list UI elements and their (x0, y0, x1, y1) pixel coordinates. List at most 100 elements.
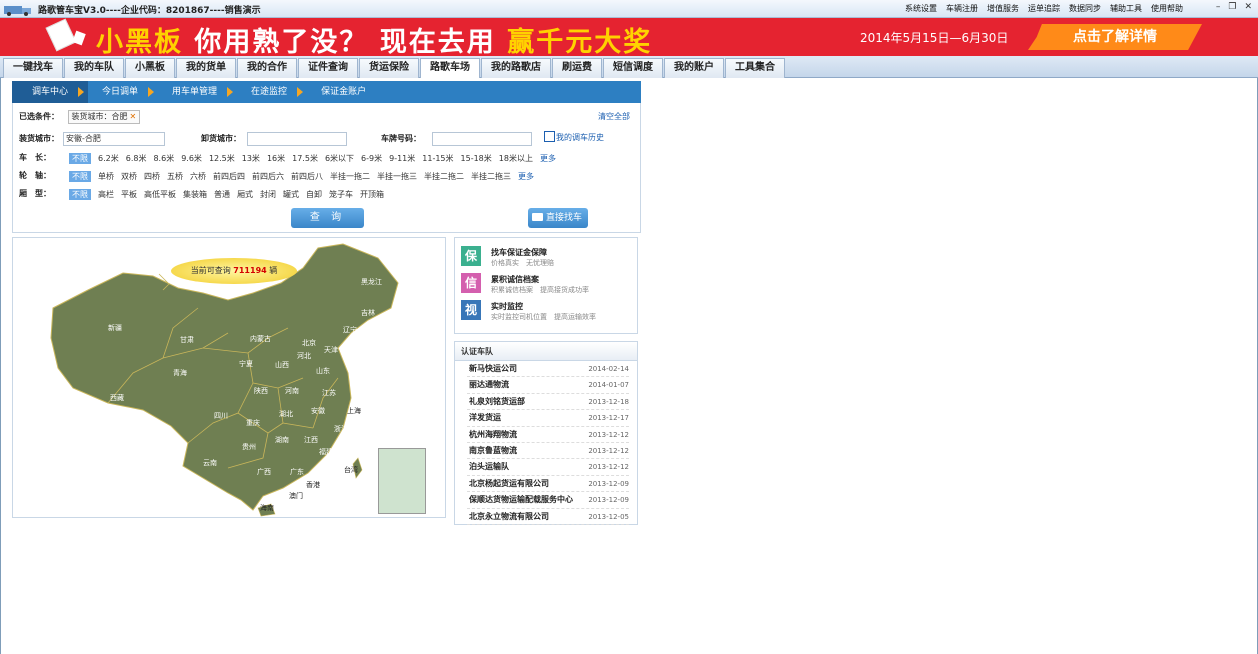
clear-all-link[interactable]: 清空全部 (598, 111, 630, 122)
length-option[interactable]: 17.5米 (292, 153, 318, 164)
length-option[interactable]: 6.2米 (98, 153, 119, 164)
tab-luge-yard[interactable]: 路歌车场 (420, 58, 480, 78)
tab-swipe-freight[interactable]: 刷运费 (552, 58, 602, 78)
province-taiwan[interactable]: 台湾 (344, 465, 358, 475)
fleet-name[interactable]: 丽达通物流 (469, 377, 509, 393)
list-item[interactable]: 北京杨起货运有限公司 2013-12-09 (467, 476, 629, 493)
direct-find-button[interactable]: 直接找车 (528, 208, 588, 228)
menu-help[interactable]: 使用帮助 (1151, 3, 1183, 14)
province-shanghai[interactable]: 上海 (347, 406, 361, 416)
unload-city-input[interactable] (247, 132, 347, 146)
length-option[interactable]: 11-15米 (422, 153, 453, 164)
province-yunnan[interactable]: 云南 (203, 458, 217, 468)
province-jiangxi[interactable]: 江西 (304, 435, 318, 445)
tab-sms-dispatch[interactable]: 短信调度 (603, 58, 663, 78)
fleet-name[interactable]: 礼泉刘铭货运部 (469, 394, 525, 410)
history-link[interactable]: 我的调车历史 (544, 131, 604, 143)
province-henan[interactable]: 河南 (285, 386, 299, 396)
tab-cargo-insurance[interactable]: 货运保险 (359, 58, 419, 78)
list-item[interactable]: 杭州海翔物流 2013-12-12 (467, 427, 629, 443)
province-macau[interactable]: 澳门 (289, 491, 303, 501)
province-neimenggu[interactable]: 内蒙古 (250, 334, 271, 344)
fleet-name[interactable]: 泊头运输队 (469, 459, 509, 475)
axle-option[interactable]: 不限 (69, 171, 91, 182)
length-option[interactable]: 13米 (242, 153, 260, 164)
province-jilin[interactable]: 吉林 (361, 308, 375, 318)
axle-option[interactable]: 前四后六 (252, 171, 284, 182)
province-fujian[interactable]: 福建 (319, 447, 333, 457)
subnav-dispatch-center[interactable]: 调车中心 (12, 81, 89, 103)
body-option[interactable]: 自卸 (306, 189, 322, 200)
province-hunan[interactable]: 湖南 (275, 435, 289, 445)
axle-option[interactable]: 半挂二拖三 (471, 171, 511, 182)
province-gansu[interactable]: 甘肃 (180, 335, 194, 345)
length-option[interactable]: 不限 (69, 153, 91, 164)
subnav-today-orders[interactable]: 今日调单 (88, 81, 158, 103)
remove-tag-icon[interactable]: ✕ (130, 112, 137, 121)
body-option[interactable]: 封闭 (260, 189, 276, 200)
fleet-name[interactable]: 杭州海翔物流 (469, 427, 517, 443)
load-city-input[interactable]: 安徽-合肥 (63, 132, 165, 146)
menu-tools[interactable]: 辅助工具 (1110, 3, 1142, 14)
length-option[interactable]: 16米 (267, 153, 285, 164)
province-heilongjiang[interactable]: 黑龙江 (361, 277, 382, 287)
length-option[interactable]: 6-9米 (361, 153, 382, 164)
tab-my-fleet[interactable]: 我的车队 (64, 58, 124, 78)
fleet-name[interactable]: 北京杨起货运有限公司 (469, 476, 549, 492)
axle-more-link[interactable]: 更多 (518, 171, 534, 182)
axle-option[interactable]: 半挂二拖二 (424, 171, 464, 182)
axle-option[interactable]: 前四后四 (213, 171, 245, 182)
body-option[interactable]: 笼子车 (329, 189, 353, 200)
tab-tools[interactable]: 工具集合 (725, 58, 785, 78)
province-hubei[interactable]: 湖北 (279, 409, 293, 419)
province-guangdong[interactable]: 广东 (290, 467, 304, 477)
body-option[interactable]: 高栏 (98, 189, 114, 200)
province-liaoning[interactable]: 辽宁 (343, 325, 357, 335)
tab-one-click-find[interactable]: 一键找车 (3, 58, 63, 78)
axle-option[interactable]: 六桥 (190, 171, 206, 182)
list-item[interactable]: 泊头运输队 2013-12-12 (467, 459, 629, 476)
length-option[interactable]: 9-11米 (389, 153, 415, 164)
province-shanxi[interactable]: 山西 (275, 360, 289, 370)
province-shandong[interactable]: 山东 (316, 366, 330, 376)
body-option[interactable]: 厢式 (237, 189, 253, 200)
province-shaanxi[interactable]: 陕西 (254, 386, 268, 396)
length-option[interactable]: 18米以上 (499, 153, 533, 164)
list-item[interactable]: 南京鲁蓝物流 2013-12-12 (467, 443, 629, 460)
china-map[interactable]: 当前可查询 711194 辆 黑龙江 吉林 辽宁 新疆 甘肃 内蒙古 北京 天津… (12, 237, 446, 518)
tab-my-store[interactable]: 我的路歌店 (481, 58, 551, 78)
fleet-name[interactable]: 南京鲁蓝物流 (469, 443, 517, 459)
province-chongqing[interactable]: 重庆 (246, 418, 260, 428)
axle-option[interactable]: 单桥 (98, 171, 114, 182)
length-option[interactable]: 6.8米 (126, 153, 147, 164)
banner-cta-button[interactable]: 点击了解详情 (1028, 24, 1202, 50)
length-option[interactable]: 6米以下 (325, 153, 354, 164)
province-sichuan[interactable]: 四川 (214, 411, 228, 421)
list-item[interactable]: 丽达通物流 2014-01-07 (467, 377, 629, 394)
length-option[interactable]: 15-18米 (461, 153, 492, 164)
province-jiangsu[interactable]: 江苏 (322, 388, 336, 398)
province-hongkong[interactable]: 香港 (306, 480, 320, 490)
list-item[interactable]: 北京永立物流有限公司 2013-12-05 (467, 509, 629, 525)
axle-option[interactable]: 五桥 (167, 171, 183, 182)
province-qinghai[interactable]: 青海 (173, 368, 187, 378)
subnav-order-management[interactable]: 用车单管理 (158, 81, 237, 103)
fleet-name[interactable]: 洋发货运 (469, 410, 501, 426)
tab-cert-query[interactable]: 证件查询 (298, 58, 358, 78)
province-hainan[interactable]: 海南 (260, 503, 274, 513)
menu-value-added[interactable]: 增值服务 (987, 3, 1019, 14)
province-beijing[interactable]: 北京 (302, 338, 316, 348)
menu-data-sync[interactable]: 数据同步 (1069, 3, 1101, 14)
tab-blackboard[interactable]: 小黑板 (125, 58, 175, 78)
province-ningxia[interactable]: 宁夏 (239, 359, 253, 369)
list-item[interactable]: 保顺达货物运输配载服务中心 2013-12-09 (467, 492, 629, 509)
menu-waybill-tracking[interactable]: 运单追踪 (1028, 3, 1060, 14)
minimize-icon[interactable]: – (1216, 2, 1221, 12)
promo-banner[interactable]: 小黑板 你用熟了没？ 现在去用 赢千元大奖 2014年5月15日—6月30日 点… (0, 18, 1258, 56)
province-guangxi[interactable]: 广西 (257, 467, 271, 477)
province-hebei[interactable]: 河北 (297, 351, 311, 361)
province-guizhou[interactable]: 贵州 (242, 442, 256, 452)
tab-my-account[interactable]: 我的账户 (664, 58, 724, 78)
tab-my-orders[interactable]: 我的货单 (176, 58, 236, 78)
axle-option[interactable]: 前四后八 (291, 171, 323, 182)
